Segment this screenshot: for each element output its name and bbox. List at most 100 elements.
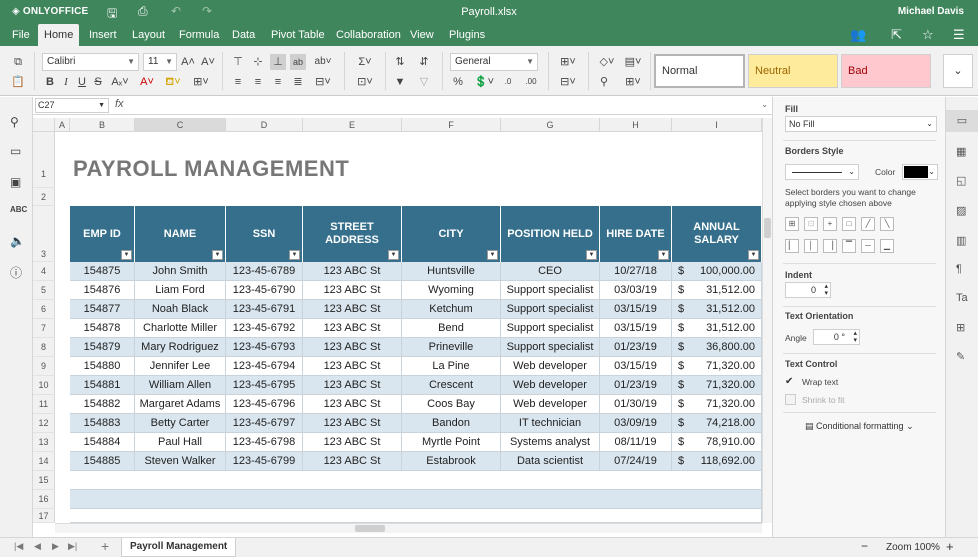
delete-cells-icon[interactable]: ⊟˅ <box>556 74 580 90</box>
cell-hire-date[interactable]: 03/09/19 <box>600 414 672 433</box>
text-orientation-icon[interactable]: ab˅ <box>310 54 336 70</box>
row-header-16[interactable]: 16 <box>33 490 55 509</box>
menu-insert[interactable]: Insert <box>83 24 123 46</box>
next-sheet-icon[interactable]: ▶ <box>52 541 59 552</box>
increase-font-icon[interactable]: A˄ <box>180 54 196 70</box>
wrap-text-icon[interactable]: ab <box>290 54 306 70</box>
filter-dropdown-icon[interactable]: ▼ <box>121 250 132 260</box>
col-header-g[interactable]: G <box>501 118 600 132</box>
cell-position-held[interactable]: Web developer <box>501 395 600 414</box>
style-neutral[interactable]: Neutral <box>748 54 838 88</box>
col-header-d[interactable]: D <box>226 118 303 132</box>
indent-stepper[interactable]: 0 ▴ ▾ <box>785 282 831 298</box>
cell-emp-id[interactable]: 154881 <box>70 376 135 395</box>
copy-style-icon[interactable]: ⚲ <box>596 74 612 90</box>
last-sheet-icon[interactable]: ▶| <box>68 541 77 552</box>
cell-annual-salary[interactable]: $31,512.00 <box>672 319 762 338</box>
percent-icon[interactable]: % <box>450 74 466 90</box>
cell-ssn[interactable]: 123-45-6798 <box>226 433 303 452</box>
cell-emp-id[interactable]: 154885 <box>70 452 135 471</box>
cell-city[interactable]: Crescent <box>402 376 501 395</box>
cell-name[interactable]: John Smith <box>135 262 226 281</box>
cell-city[interactable]: Wyoming <box>402 281 501 300</box>
row-header-13[interactable]: 13 <box>33 433 55 452</box>
row-header-3[interactable]: 3 <box>33 206 55 262</box>
cell-ssn[interactable]: 123-45-6796 <box>226 395 303 414</box>
cell-name[interactable]: Jennifer Lee <box>135 357 226 376</box>
styles-expand-button[interactable]: ⌄ <box>943 54 973 88</box>
shape-settings-icon[interactable]: ◱ <box>956 174 966 187</box>
cell-position-held[interactable]: Support specialist <box>501 300 600 319</box>
row-header-1[interactable]: 1 <box>33 132 55 188</box>
bold-icon[interactable]: B <box>42 74 58 90</box>
paragraph-settings-icon[interactable]: ¶ <box>956 263 962 275</box>
row-header-15[interactable]: 15 <box>33 471 55 490</box>
border-outer-icon[interactable]: □ <box>842 217 856 231</box>
expand-formula-icon[interactable]: ⌄ <box>761 100 768 109</box>
cell-position-held[interactable]: Support specialist <box>501 319 600 338</box>
cell-annual-salary[interactable]: $36,800.00 <box>672 338 762 357</box>
cell-annual-salary[interactable]: $71,320.00 <box>672 376 762 395</box>
col-header-b[interactable]: B <box>70 118 135 132</box>
stepper-arrows-icon[interactable]: ▴ ▾ <box>853 330 857 344</box>
prev-sheet-icon[interactable]: ◀ <box>34 541 41 552</box>
cell-hire-date[interactable]: 08/11/19 <box>600 433 672 452</box>
cell-street-address[interactable]: 123 ABC St <box>303 395 402 414</box>
align-left-icon[interactable]: ≡ <box>230 74 246 90</box>
vertical-scrollbar[interactable] <box>762 118 772 523</box>
border-diag-up-icon[interactable]: ╱ <box>861 217 875 231</box>
open-location-icon[interactable]: ⇱ <box>891 27 902 43</box>
align-top-icon[interactable]: ⊤ <box>230 54 246 70</box>
cell-hire-date[interactable]: 03/03/19 <box>600 281 672 300</box>
cell-ssn[interactable]: 123-45-6791 <box>226 300 303 319</box>
cell-position-held[interactable]: Support specialist <box>501 338 600 357</box>
cell-emp-id[interactable]: 154882 <box>70 395 135 414</box>
cell-annual-salary[interactable]: $71,320.00 <box>672 357 762 376</box>
filter-dropdown-icon[interactable]: ▼ <box>658 250 669 260</box>
row-header-8[interactable]: 8 <box>33 338 55 357</box>
paste-icon[interactable]: 📋 <box>10 74 26 90</box>
row-header-9[interactable]: 9 <box>33 357 55 376</box>
header-city[interactable]: CITY ▼ <box>402 206 501 262</box>
name-box[interactable]: C27 ▼ <box>35 98 109 113</box>
scroll-thumb[interactable] <box>355 525 385 532</box>
cell-ssn[interactable]: 123-45-6794 <box>226 357 303 376</box>
cell-annual-salary[interactable]: $118,692.00 <box>672 452 762 471</box>
border-none-icon[interactable]: ⊡ <box>804 217 818 231</box>
font-name-select[interactable]: Calibri ▼ <box>42 53 139 71</box>
fill-select[interactable]: No Fill ⌄ <box>785 116 937 132</box>
table-settings-icon[interactable]: ▦ <box>956 145 966 158</box>
align-right-icon[interactable]: ≡ <box>270 74 286 90</box>
menu-collaboration[interactable]: Collaboration <box>330 24 407 46</box>
menu-layout[interactable]: Layout <box>126 24 171 46</box>
italic-icon[interactable]: I <box>58 74 74 90</box>
fx-icon[interactable]: fx <box>115 98 124 110</box>
filter-dropdown-icon[interactable]: ▼ <box>586 250 597 260</box>
style-normal[interactable]: Normal <box>654 54 745 88</box>
border-inner-icon[interactable]: + <box>823 217 837 231</box>
cell-city[interactable]: Prineville <box>402 338 501 357</box>
image-settings-icon[interactable]: ▨ <box>956 204 966 217</box>
header-hire-date[interactable]: HIRE DATE ▼ <box>600 206 672 262</box>
cell-hire-date[interactable]: 03/15/19 <box>600 357 672 376</box>
col-header-f[interactable]: F <box>402 118 501 132</box>
search-icon[interactable]: ⚲ <box>10 115 19 129</box>
border-color-picker[interactable]: ⌄ <box>902 164 938 180</box>
cell-city[interactable]: Bend <box>402 319 501 338</box>
format-as-table-icon[interactable]: ⊞˅ <box>622 74 644 90</box>
cell-hire-date[interactable]: 01/23/19 <box>600 338 672 357</box>
copy-icon[interactable]: ⧉ <box>10 54 26 70</box>
filter-dropdown-icon[interactable]: ▼ <box>212 250 223 260</box>
cell-emp-id[interactable]: 154884 <box>70 433 135 452</box>
col-header-i[interactable]: I <box>672 118 762 132</box>
conditional-formatting-button[interactable]: ▤ Conditional formatting ⌄ <box>805 421 914 432</box>
row-header-6[interactable]: 6 <box>33 300 55 319</box>
zoom-out-icon[interactable]: − <box>861 539 868 553</box>
cell-city[interactable]: Myrtle Point <box>402 433 501 452</box>
border-left-icon[interactable]: ▏ <box>785 239 799 253</box>
row-header-12[interactable]: 12 <box>33 414 55 433</box>
col-header-e[interactable]: E <box>303 118 402 132</box>
menu-formula[interactable]: Formula <box>173 24 225 46</box>
filter-dropdown-icon[interactable]: ▼ <box>388 250 399 260</box>
header-position-held[interactable]: POSITION HELD ▼ <box>501 206 600 262</box>
